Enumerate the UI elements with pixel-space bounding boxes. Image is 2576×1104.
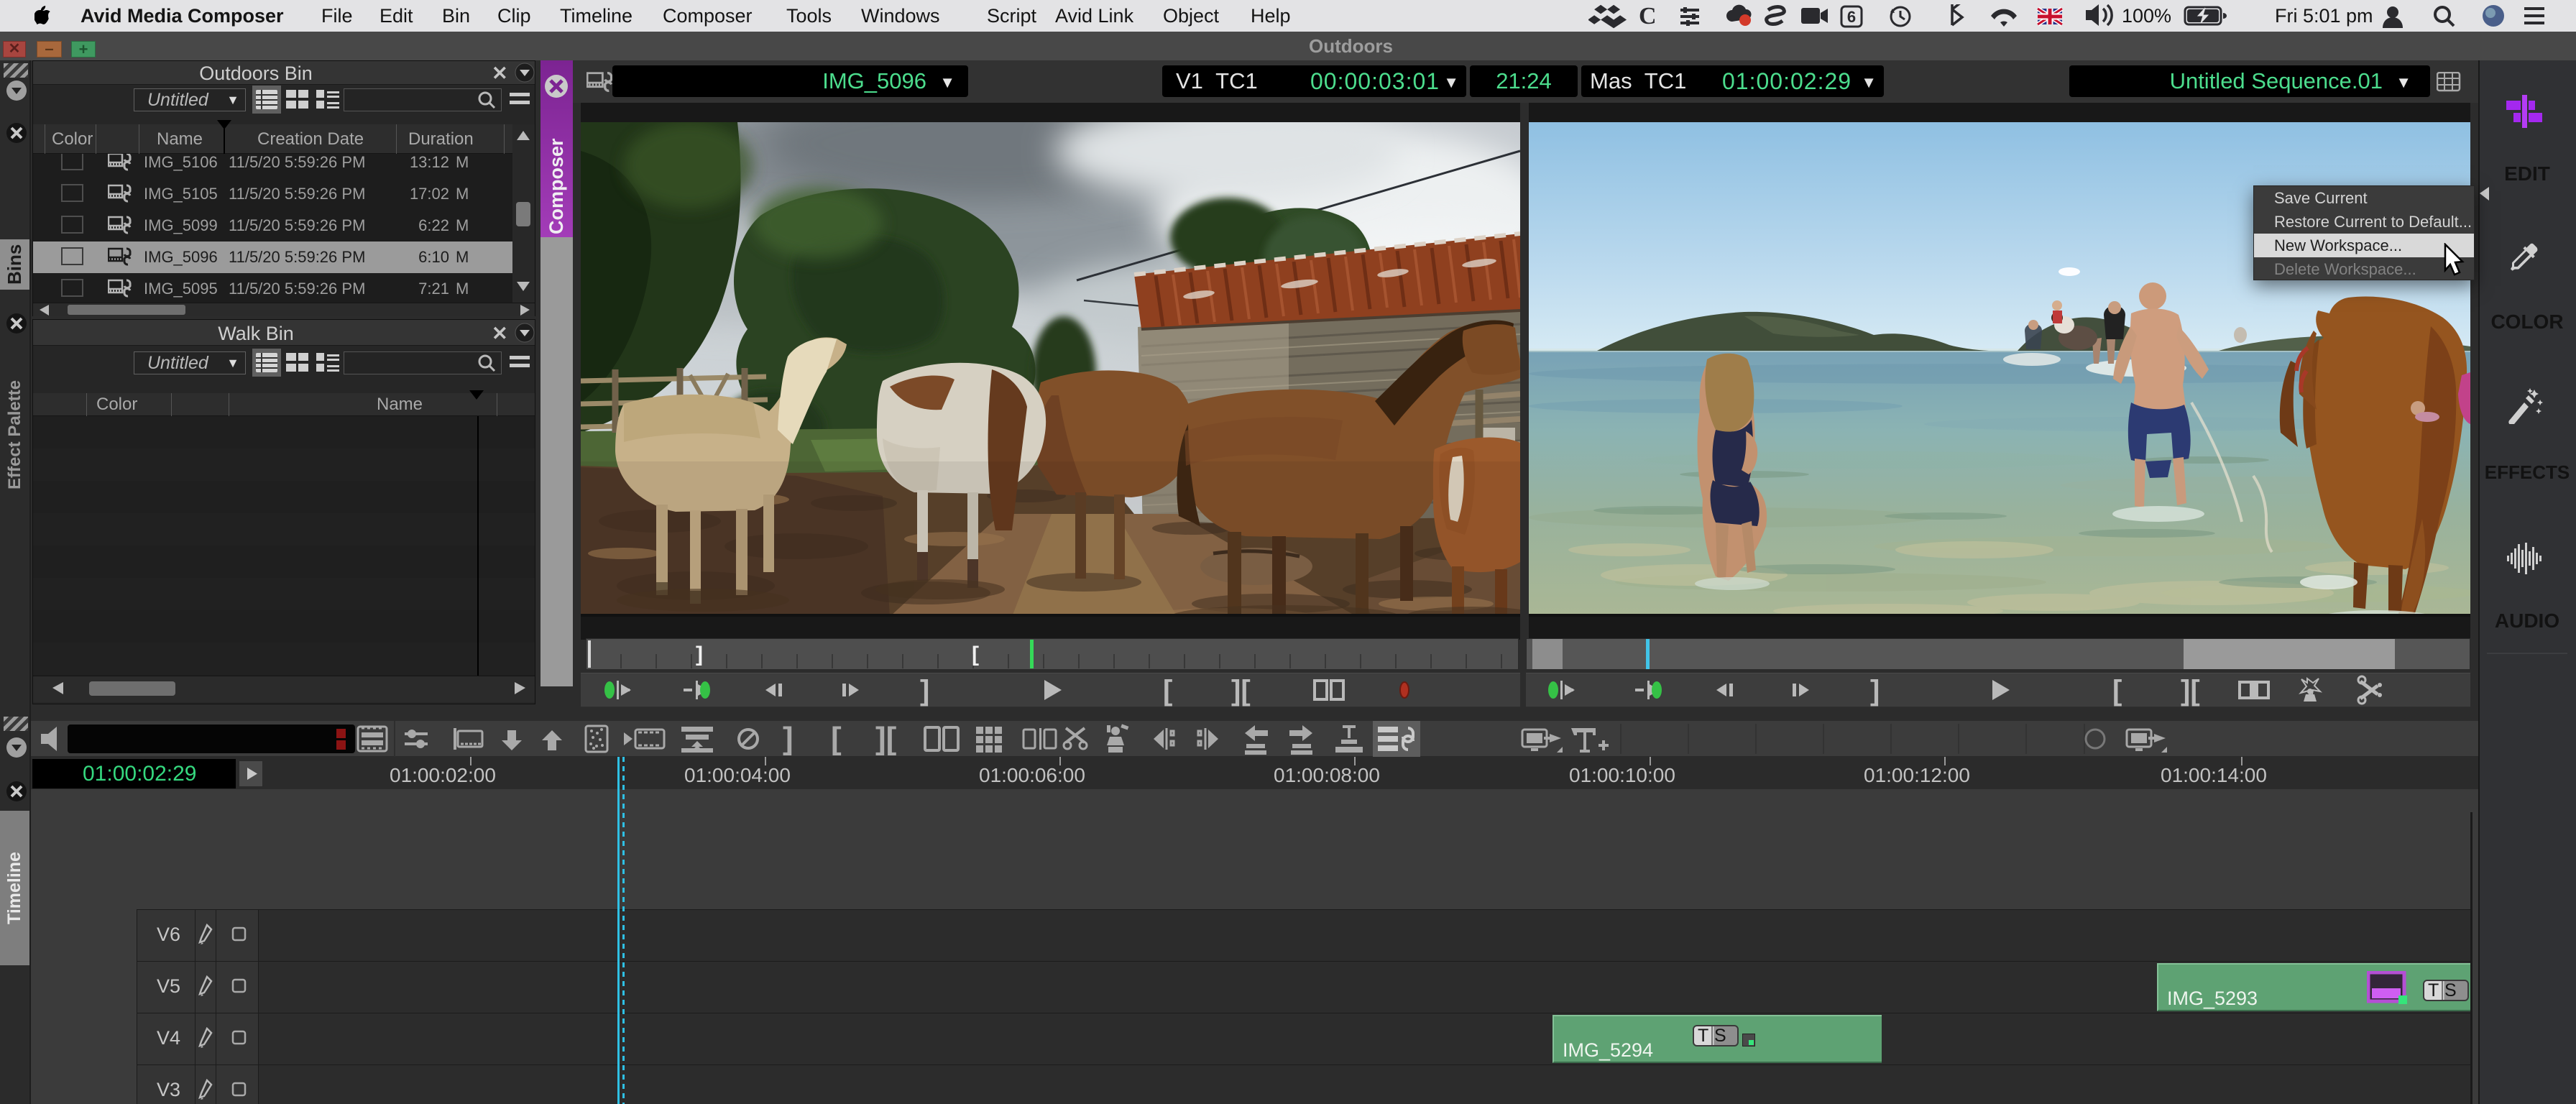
svg-text:]: ] [920,675,929,707]
svg-text:][: ][ [2181,675,2200,707]
svg-text:[: [ [972,643,979,666]
svg-text:]: ] [1870,675,1880,707]
svg-text:[: [ [831,721,842,756]
svg-text:[: [ [1163,675,1172,707]
svg-text:]: ] [783,721,794,756]
svg-text:[: [ [2112,675,2122,707]
svg-text:C: C [1639,4,1657,29]
svg-text:][: ][ [1231,675,1251,707]
svg-text:]: ] [696,643,703,666]
svg-text:6: 6 [1847,8,1856,26]
svg-text:][: ][ [875,721,897,756]
